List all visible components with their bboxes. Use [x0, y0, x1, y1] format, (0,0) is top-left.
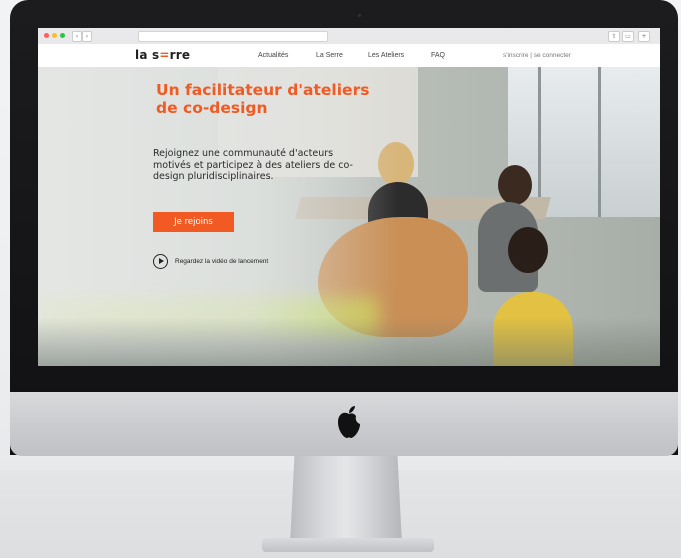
tabs-icon[interactable]: ▭: [622, 31, 634, 42]
nav-faq[interactable]: FAQ: [431, 52, 445, 59]
browser-toolbar: ‹ › ⇧ ▭ +: [38, 28, 660, 45]
back-arrow-icon[interactable]: ‹: [72, 31, 82, 42]
maximize-window-icon[interactable]: [60, 33, 65, 38]
hero-photo-frame: [598, 67, 601, 217]
imac-stand-base: [262, 538, 434, 552]
logo-accent: =: [159, 48, 170, 62]
hero-photo-frame: [538, 67, 541, 217]
forward-arrow-icon[interactable]: ›: [82, 31, 92, 42]
site-logo[interactable]: la s=rre: [135, 48, 190, 62]
apple-logo-icon: [338, 406, 360, 438]
logo-text-end: rre: [169, 48, 191, 62]
camera-dot: [358, 14, 361, 17]
hero-photo-window: [508, 67, 660, 217]
hero-subtext: Rejoignez une communauté d'acteurs motiv…: [153, 148, 353, 182]
hero-photo-person: [508, 227, 548, 273]
new-tab-icon[interactable]: +: [638, 31, 650, 42]
address-bar[interactable]: [138, 31, 328, 42]
screen: ‹ › ⇧ ▭ + la s=rre Actualités La Serre L…: [38, 28, 660, 366]
logo-text-start: la s: [135, 48, 160, 62]
hero-headline: Un facilitateur d'ateliers de co-design: [156, 81, 370, 117]
site-header: la s=rre Actualités La Serre Les Atelier…: [38, 44, 660, 67]
auth-links[interactable]: s'inscrire | se connecter: [503, 52, 571, 59]
video-link-label[interactable]: Regardez la vidéo de lancement: [175, 258, 268, 265]
hero-photo-person: [498, 165, 532, 205]
join-button[interactable]: Je rejoins: [153, 212, 234, 232]
nav-la-serre[interactable]: La Serre: [316, 52, 343, 59]
nav-les-ateliers[interactable]: Les Ateliers: [368, 52, 404, 59]
share-icon[interactable]: ⇧: [608, 31, 620, 42]
close-window-icon[interactable]: [44, 33, 49, 38]
nav-actualites[interactable]: Actualités: [258, 52, 288, 59]
imac-stand: [290, 456, 402, 544]
play-circle-icon[interactable]: [153, 254, 168, 269]
minimize-window-icon[interactable]: [52, 33, 57, 38]
hero-photo-overlay: [38, 317, 660, 366]
